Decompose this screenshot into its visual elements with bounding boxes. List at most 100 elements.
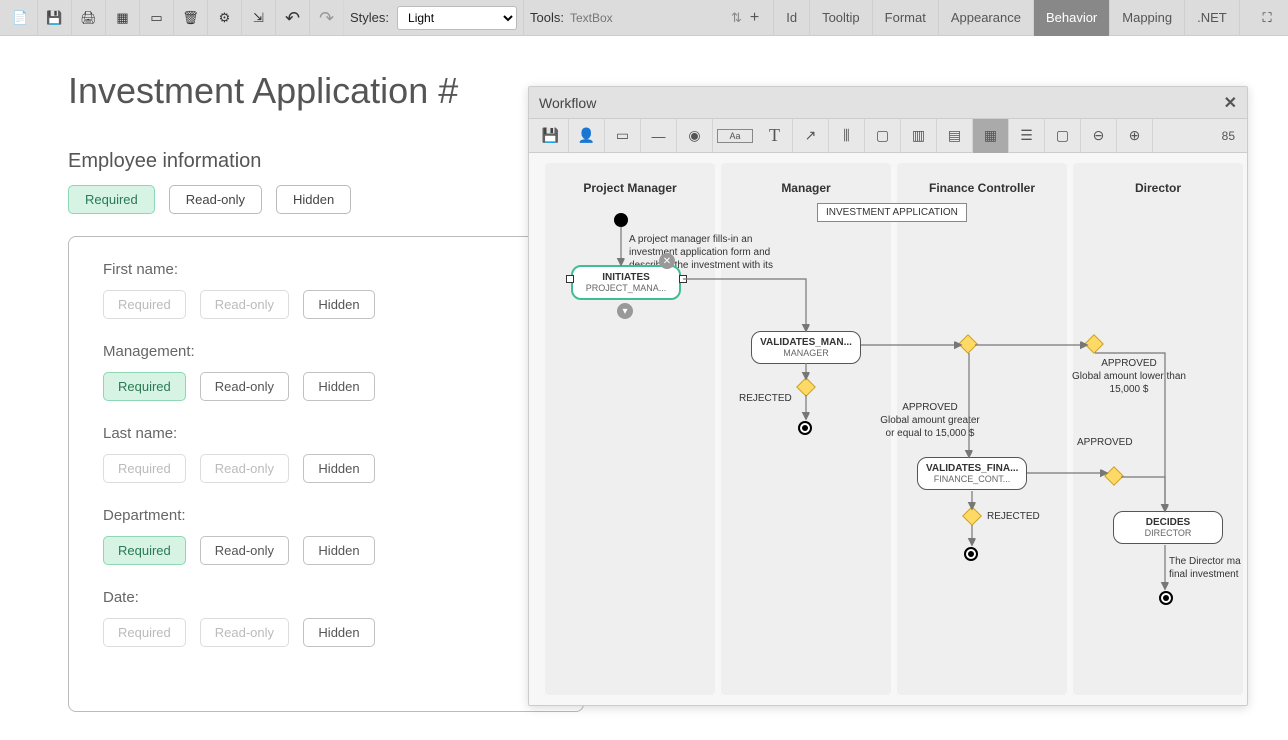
lane-bg [1073,163,1243,695]
field-row: Date: Required Read-only Hidden [103,589,549,647]
end-node[interactable] [1159,591,1173,605]
resize-handle[interactable] [679,275,687,283]
lane-header: Project Manager [545,181,715,195]
fields-container: First name:RequiredRead-onlyHiddenManage… [68,236,584,712]
node-expand-icon[interactable]: ▾ [617,303,633,319]
field-pill-read-only[interactable]: Read-only [200,290,289,319]
node-delete-icon[interactable]: ✕ [659,253,675,269]
field-label: First name: [103,261,549,278]
field-pill-hidden[interactable]: Hidden [303,290,375,319]
edge-label: APPROVED Global amount lower than 15,000… [1069,357,1189,396]
wf-list-icon[interactable]: ☰ [1009,119,1045,153]
field-pill-read-only[interactable]: Read-only [200,618,289,647]
tools-label: Tools: [530,10,564,25]
workflow-header: Workflow ✕ [529,87,1247,119]
node-title: INITIATES [581,272,671,283]
tab-dotnet[interactable]: .NET [1185,0,1240,36]
tab-format[interactable]: Format [873,0,939,36]
field-pill-read-only[interactable]: Read-only [200,536,289,565]
field-pill-required[interactable]: Required [103,454,186,483]
wf-swimlane-icon[interactable]: ⫼ [829,119,865,153]
close-icon[interactable]: ✕ [1224,93,1237,113]
wf-zoom-in-icon[interactable]: ⊕ [1117,119,1153,153]
wf-card-icon[interactable]: ▢ [1045,119,1081,153]
node-validates-manager[interactable]: VALIDATES_MAN... MANAGER [751,331,861,364]
field-pills: Required Read-only Hidden [103,536,549,565]
tab-appearance[interactable]: Appearance [939,0,1034,36]
field-pill-required[interactable]: Required [103,372,186,401]
field-pill-hidden[interactable]: Hidden [303,454,375,483]
top-toolbar: 📄 💾 🖨 ▦ ▭ 🗑 ⚙ ⇲ ↶ ↷ Styles: Light Tools:… [0,0,1288,36]
field-label: Management: [103,343,549,360]
wf-text-icon[interactable]: T [757,119,793,153]
wf-grid-icon[interactable]: ▦ [973,119,1009,153]
tree-icon[interactable]: ⇲ [242,0,276,36]
delete-icon[interactable]: 🗑 [174,0,208,36]
end-node[interactable] [964,547,978,561]
grid-add-icon[interactable]: ▦ [106,0,140,36]
field-label: Date: [103,589,549,606]
add-tool-icon[interactable]: + [742,9,767,27]
edge-label: REJECTED [987,511,1040,522]
tab-behavior[interactable]: Behavior [1034,0,1110,36]
workflow-canvas[interactable]: Project Manager Manager Finance Controll… [529,153,1247,705]
settings-icon[interactable]: ⚙ [208,0,242,36]
section-pill-read-only[interactable]: Read-only [169,185,262,214]
workflow-name-badge: INVESTMENT APPLICATION [817,203,967,222]
section-pill-required[interactable]: Required [68,185,155,214]
tools-group: Tools: ⇅ + [524,0,774,36]
field-pills: Required Read-only Hidden [103,454,549,483]
field-pills: Required Read-only Hidden [103,618,549,647]
wf-label-icon[interactable]: Aa [717,129,753,143]
fullscreen-icon[interactable]: ⛶ [1250,0,1284,36]
field-pill-hidden[interactable]: Hidden [303,618,375,647]
styles-select[interactable]: Light [397,6,517,30]
node-decides[interactable]: DECIDES DIRECTOR [1113,511,1223,544]
section-pill-hidden[interactable]: Hidden [276,185,351,214]
lane-header: Director [1073,181,1243,195]
save-icon[interactable]: 💾 [38,0,72,36]
tab-id[interactable]: Id [774,0,810,36]
wf-connector-icon[interactable]: ↗ [793,119,829,153]
node-title: VALIDATES_FINA... [926,463,1018,474]
edge-label: APPROVED Global amount greater or equal … [875,401,985,440]
start-node[interactable] [614,213,628,227]
print-icon[interactable]: 🖨 [72,0,106,36]
styles-label: Styles: [350,10,389,25]
wf-add-actor-icon[interactable]: 👤 [569,119,605,153]
wf-columns-icon[interactable]: ▥ [901,119,937,153]
styles-group: Styles: Light [344,0,524,36]
wf-save-icon[interactable]: 💾 [533,119,569,153]
wf-rect-icon[interactable]: ▭ [605,119,641,153]
redo-icon[interactable]: ↷ [310,0,344,36]
node-title: DECIDES [1122,517,1214,528]
field-row: Management: Required Read-only Hidden [103,343,549,401]
wf-zoom-level: 85 [1214,129,1243,143]
end-node[interactable] [798,421,812,435]
field-pill-required[interactable]: Required [103,290,186,319]
field-pill-read-only[interactable]: Read-only [200,372,289,401]
tab-tooltip[interactable]: Tooltip [810,0,873,36]
wf-rows-icon[interactable]: ▤ [937,119,973,153]
resize-handle[interactable] [566,275,574,283]
wf-zoom-out-icon[interactable]: ⊖ [1081,119,1117,153]
wf-circle-icon[interactable]: ◉ [677,119,713,153]
node-subtitle: MANAGER [760,348,852,358]
field-pill-required[interactable]: Required [103,618,186,647]
field-pill-hidden[interactable]: Hidden [303,372,375,401]
tools-stepper-icon[interactable]: ⇅ [731,10,742,26]
node-initiates[interactable]: INITIATES PROJECT_MANA... [571,265,681,300]
node-validates-finance[interactable]: VALIDATES_FINA... FINANCE_CONT... [917,457,1027,490]
field-pill-read-only[interactable]: Read-only [200,454,289,483]
undo-icon[interactable]: ↶ [276,0,310,36]
tab-mapping[interactable]: Mapping [1110,0,1185,36]
new-file-icon[interactable]: 📄 [4,0,38,36]
wf-panel-icon[interactable]: ▢ [865,119,901,153]
node-subtitle: PROJECT_MANA... [581,283,671,293]
node-subtitle: DIRECTOR [1122,528,1214,538]
field-pill-required[interactable]: Required [103,536,186,565]
wf-line-icon[interactable]: — [641,119,677,153]
responsive-icon[interactable]: ▭ [140,0,174,36]
field-pill-hidden[interactable]: Hidden [303,536,375,565]
tools-input[interactable] [564,6,731,30]
